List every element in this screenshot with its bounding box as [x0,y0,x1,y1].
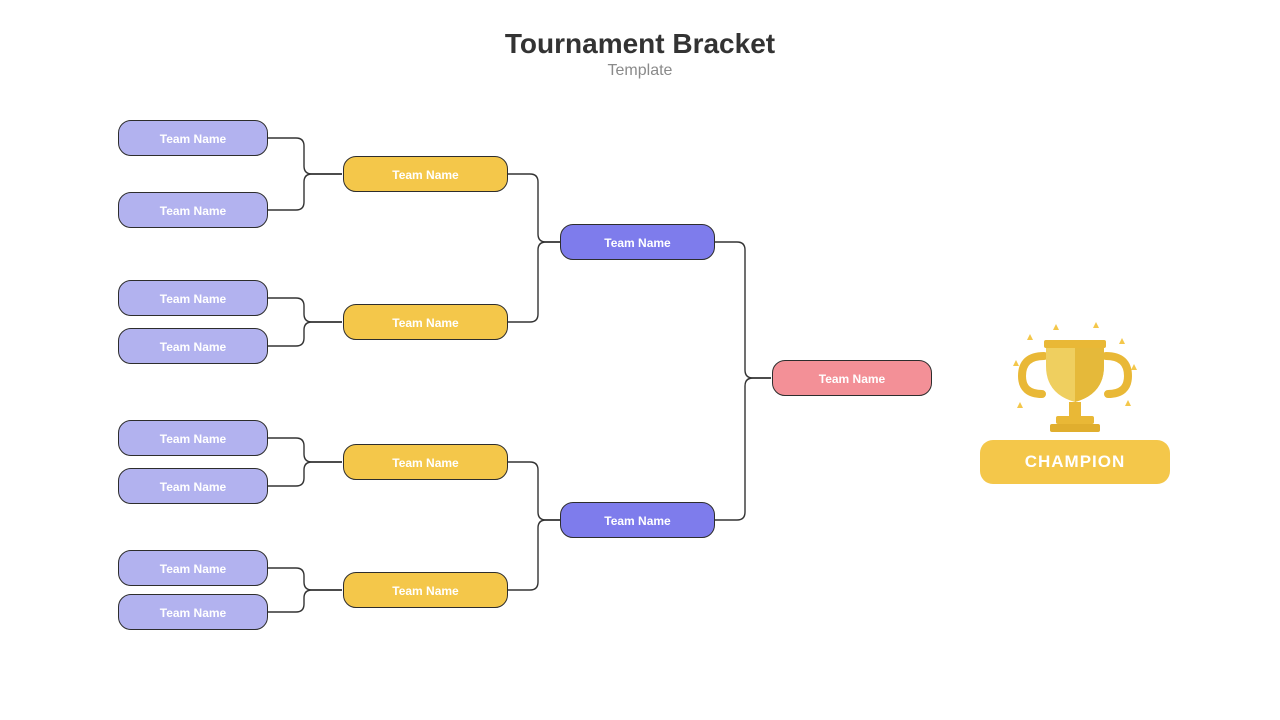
final-team: Team Name [772,360,932,396]
page-title: Tournament Bracket [0,28,1280,60]
r1-team-8: Team Name [118,594,268,630]
r2-team-4: Team Name [343,572,508,608]
page-subtitle: Template [0,62,1280,80]
r1-team-5: Team Name [118,420,268,456]
r1-team-7: Team Name [118,550,268,586]
r1-team-3: Team Name [118,280,268,316]
r1-team-2: Team Name [118,192,268,228]
r1-team-6: Team Name [118,468,268,504]
champion-badge: CHAMPION [980,440,1170,484]
r2-team-1: Team Name [343,156,508,192]
r3-team-2: Team Name [560,502,715,538]
r1-team-1: Team Name [118,120,268,156]
bracket-stage: Tournament Bracket Template Team Name Te… [0,0,1280,720]
r1-team-4: Team Name [118,328,268,364]
r2-team-2: Team Name [343,304,508,340]
r3-team-1: Team Name [560,224,715,260]
r2-team-3: Team Name [343,444,508,480]
trophy-icon [1010,320,1140,440]
